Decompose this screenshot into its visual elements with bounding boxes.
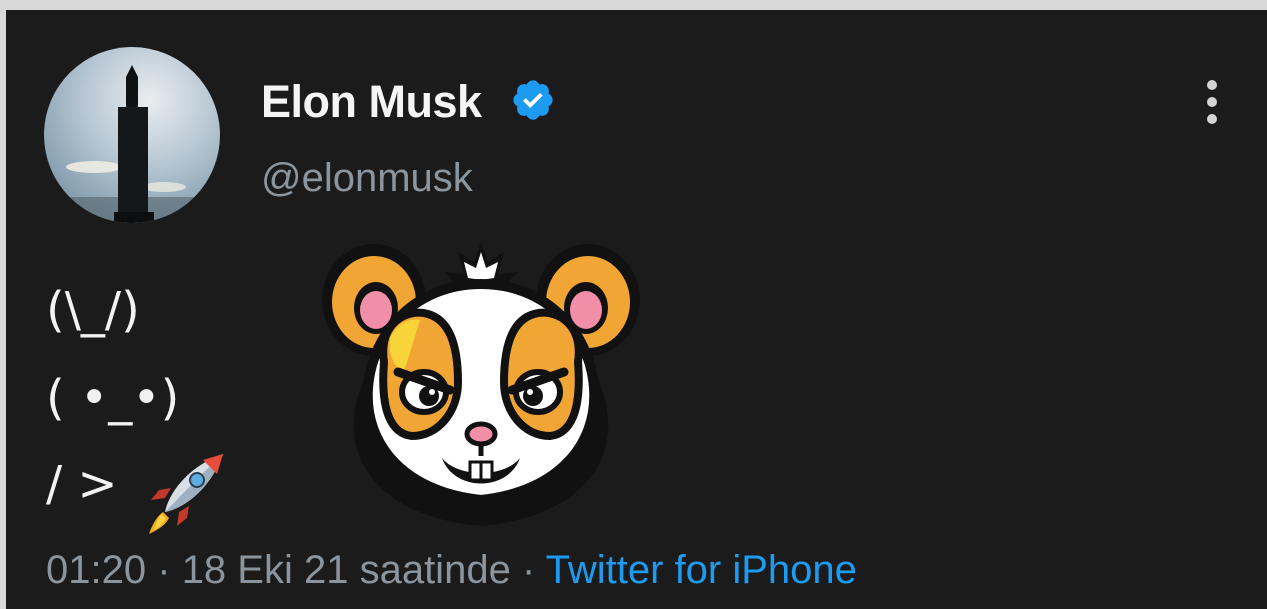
tweet-text-line-2: ( •_•) [46, 370, 180, 426]
more-dot [1207, 97, 1217, 107]
avatar[interactable] [44, 47, 220, 223]
user-handle[interactable]: @elonmusk [261, 156, 473, 201]
more-vertical-icon[interactable] [1194, 78, 1230, 126]
tweet-text-line-1: (\_/) [46, 282, 140, 338]
tweet-date[interactable]: 18 Eki 21 saatinde [182, 548, 511, 592]
tweet-text-line-3: / > [46, 456, 118, 512]
more-dot [1207, 80, 1217, 90]
verified-badge-icon [513, 80, 553, 120]
avatar-image [44, 65, 220, 223]
more-dot [1207, 114, 1217, 124]
tweet-meta: 01:20 · 18 Eki 21 saatinde · Twitter for… [46, 548, 857, 593]
tweet-source-link[interactable]: Twitter for iPhone [546, 548, 857, 592]
meta-separator: · [157, 548, 171, 592]
display-name[interactable]: Elon Musk [261, 76, 482, 128]
tweet-time[interactable]: 01:20 [46, 548, 146, 592]
meta-separator: · [521, 548, 536, 592]
hamster-face-icon[interactable] [308, 222, 654, 534]
tweet-card: Elon Musk @elonmusk (\_/) ( •_•) / > 01:… [6, 10, 1267, 609]
rocket-icon [149, 454, 223, 534]
